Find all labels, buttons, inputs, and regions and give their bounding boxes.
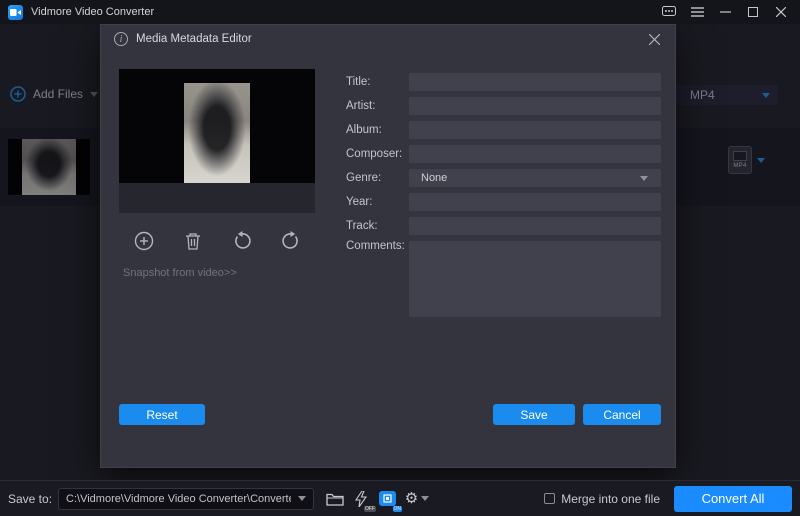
save-path-value: C:\Vidmore\Vidmore Video Converter\Conve…	[66, 493, 291, 505]
gear-icon: ⚙	[405, 491, 418, 506]
delete-cover-button[interactable]	[180, 228, 206, 254]
close-button[interactable]	[772, 4, 790, 20]
composer-input[interactable]	[409, 145, 661, 163]
convert-all-button[interactable]: Convert All	[674, 486, 792, 512]
comments-textarea[interactable]	[409, 241, 661, 317]
comments-label: Comments:	[346, 240, 405, 252]
settings-chevron-down-icon	[421, 496, 429, 501]
rotate-right-button[interactable]	[278, 228, 304, 254]
track-label: Track:	[346, 220, 378, 232]
dialog-close-icon[interactable]	[645, 30, 663, 48]
rotate-left-button[interactable]	[229, 228, 255, 254]
title-input[interactable]	[409, 73, 661, 91]
app-window: Vidmore Video Converter Add Files	[0, 0, 800, 516]
app-title: Vidmore Video Converter	[31, 6, 154, 18]
artist-input[interactable]	[409, 97, 661, 115]
genre-label: Genre:	[346, 172, 381, 184]
genre-chevron-down-icon	[640, 176, 648, 181]
settings-gear-button[interactable]: ⚙	[400, 487, 434, 511]
cover-edit-toolbar	[119, 219, 315, 263]
chip-icon	[379, 491, 396, 506]
artist-label: Artist:	[346, 100, 375, 112]
track-input[interactable]	[409, 217, 661, 235]
album-label: Album:	[346, 124, 382, 136]
add-cover-button[interactable]	[131, 228, 157, 254]
save-button[interactable]: Save	[493, 404, 575, 425]
open-folder-button[interactable]	[322, 487, 348, 511]
save-path-chevron-down-icon	[298, 496, 306, 501]
snapshot-from-video-link[interactable]: Snapshot from video>>	[123, 267, 237, 279]
save-to-label: Save to:	[8, 492, 52, 506]
dialog-header: i Media Metadata Editor	[101, 25, 675, 53]
save-path-dropdown[interactable]: C:\Vidmore\Vidmore Video Converter\Conve…	[58, 488, 314, 510]
title-label: Title:	[346, 76, 371, 88]
statusbar: Save to: C:\Vidmore\Vidmore Video Conver…	[0, 480, 800, 516]
info-icon: i	[114, 32, 128, 46]
app-logo-icon	[8, 5, 23, 20]
gpu-acceleration-off-icon[interactable]: OFF	[348, 487, 374, 511]
hardware-acceleration-on-button[interactable]: ON	[374, 487, 400, 511]
menu-icon[interactable]	[688, 4, 706, 20]
feedback-icon[interactable]	[660, 4, 678, 20]
preview-bottom-strip	[119, 183, 315, 213]
merge-label: Merge into one file	[561, 492, 660, 506]
dialog-title: Media Metadata Editor	[136, 33, 252, 45]
merge-option[interactable]: Merge into one file	[544, 492, 660, 506]
composer-label: Composer:	[346, 148, 402, 160]
album-input[interactable]	[409, 121, 661, 139]
titlebar: Vidmore Video Converter	[0, 0, 800, 24]
maximize-button[interactable]	[744, 4, 762, 20]
year-label: Year:	[346, 196, 372, 208]
cancel-button[interactable]: Cancel	[583, 404, 661, 425]
merge-checkbox[interactable]	[544, 493, 555, 504]
genre-dropdown[interactable]: None	[409, 169, 661, 187]
video-preview-panel	[119, 69, 315, 183]
minimize-button[interactable]	[716, 4, 734, 20]
reset-button[interactable]: Reset	[119, 404, 205, 425]
year-input[interactable]	[409, 193, 661, 211]
genre-value: None	[421, 172, 447, 184]
video-preview-image	[184, 83, 250, 183]
media-metadata-editor-dialog: i Media Metadata Editor Snapshot fr	[100, 24, 676, 468]
